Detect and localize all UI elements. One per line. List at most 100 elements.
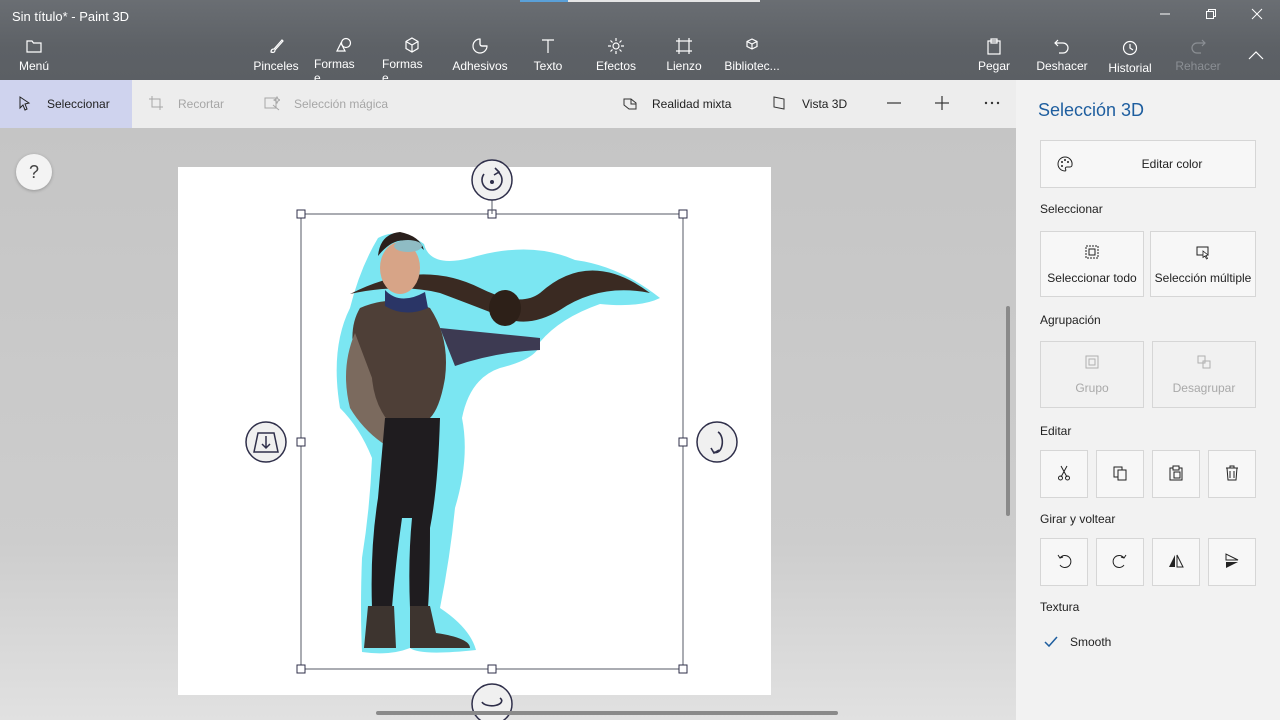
history-button[interactable]: Historial bbox=[1106, 38, 1154, 80]
side-panel: Selección 3D Editar color Seleccionar Se… bbox=[1016, 80, 1280, 720]
flip-vertical-icon bbox=[1224, 552, 1240, 572]
crop-label: Recortar bbox=[178, 97, 225, 111]
resize-handle-right[interactable] bbox=[678, 437, 688, 447]
canvas-icon bbox=[674, 36, 694, 56]
3d-model-character[interactable] bbox=[336, 232, 660, 654]
minus-icon bbox=[886, 95, 902, 114]
restore-icon bbox=[1205, 7, 1217, 25]
resize-handle-top-left[interactable] bbox=[296, 209, 306, 219]
smooth-label: Smooth bbox=[1070, 635, 1112, 649]
sticker-icon bbox=[470, 36, 490, 56]
more-icon bbox=[984, 95, 1000, 114]
stickers-tool[interactable]: Adhesivos bbox=[452, 36, 508, 78]
paste-label: Pegar bbox=[977, 59, 1011, 73]
select-all-label: Seleccionar todo bbox=[1047, 270, 1137, 285]
redo-icon bbox=[1188, 36, 1208, 56]
group-button[interactable]: Grupo bbox=[1040, 341, 1144, 408]
edit-color-button[interactable]: Editar color bbox=[1040, 140, 1256, 188]
crop-tool[interactable]: Recortar bbox=[148, 80, 224, 128]
mixed-reality-label: Realidad mixta bbox=[652, 97, 732, 111]
brushes-label: Pinceles bbox=[253, 59, 299, 73]
menu-button[interactable]: Menú bbox=[14, 36, 54, 78]
redo-button[interactable]: Rehacer bbox=[1174, 36, 1222, 78]
undo-button[interactable]: Deshacer bbox=[1036, 36, 1088, 78]
history-label: Historial bbox=[1108, 61, 1152, 75]
view-3d-button[interactable]: Vista 3D bbox=[772, 80, 847, 128]
resize-handle-top-right[interactable] bbox=[678, 209, 688, 219]
magic-select-icon bbox=[264, 95, 294, 114]
group-icon bbox=[1084, 354, 1100, 373]
paste-button[interactable]: Pegar bbox=[976, 36, 1012, 78]
ungroup-label: Desagrupar bbox=[1172, 381, 1236, 395]
select-all-button[interactable]: Seleccionar todo bbox=[1040, 231, 1144, 297]
title-accent-light bbox=[568, 0, 760, 2]
title-bar: Sin título* - Paint 3D bbox=[0, 0, 1280, 34]
flip-horizontal-button[interactable] bbox=[1152, 538, 1200, 586]
effects-label: Efectos bbox=[595, 59, 637, 73]
resize-handle-bottom-left[interactable] bbox=[296, 664, 306, 674]
text-tool[interactable]: Texto bbox=[528, 36, 568, 78]
vertical-scrollbar[interactable] bbox=[1006, 306, 1010, 516]
library-tool[interactable]: Bibliotec... bbox=[722, 36, 782, 78]
view-3d-icon bbox=[772, 95, 802, 114]
magic-select-tool[interactable]: Selección mágica bbox=[264, 80, 388, 128]
minimize-icon bbox=[1159, 7, 1171, 25]
zoom-out-button[interactable] bbox=[886, 80, 906, 128]
paste-panel-button[interactable] bbox=[1152, 450, 1200, 498]
text-label: Texto bbox=[533, 59, 563, 73]
crop-icon bbox=[148, 95, 178, 114]
palette-icon bbox=[1057, 156, 1073, 175]
undo-label: Deshacer bbox=[1036, 59, 1088, 73]
copy-button[interactable] bbox=[1096, 450, 1144, 498]
cut-button[interactable] bbox=[1040, 450, 1088, 498]
flip-horizontal-icon bbox=[1168, 553, 1184, 572]
selection-toolbar: Seleccionar Recortar Selección mágica Re… bbox=[0, 80, 1016, 128]
horizontal-scrollbar[interactable] bbox=[376, 711, 838, 715]
brush-icon bbox=[266, 36, 286, 56]
resize-handle-left[interactable] bbox=[296, 437, 306, 447]
minimize-button[interactable] bbox=[1142, 0, 1188, 32]
rotate-z-handle[interactable] bbox=[471, 159, 513, 201]
zoom-in-button[interactable] bbox=[934, 80, 954, 128]
close-button[interactable] bbox=[1234, 0, 1280, 32]
resize-handle-bottom-right[interactable] bbox=[678, 664, 688, 674]
magic-select-label: Selección mágica bbox=[294, 97, 389, 111]
title-accent bbox=[520, 0, 568, 2]
chevron-up-icon bbox=[1246, 46, 1266, 66]
3d-shapes-tool[interactable]: Formas e... bbox=[382, 36, 442, 85]
canvas-tool[interactable]: Lienzo bbox=[664, 36, 704, 78]
rotate-left-button[interactable] bbox=[1040, 538, 1088, 586]
checkmark-icon bbox=[1040, 631, 1062, 653]
rotate-right-button[interactable] bbox=[1096, 538, 1144, 586]
top-bar: Sin título* - Paint 3D Menú Pinceles For… bbox=[0, 0, 1280, 85]
restore-button[interactable] bbox=[1188, 0, 1234, 32]
panel-title: Selección 3D bbox=[1038, 100, 1145, 120]
library-label: Bibliotec... bbox=[724, 59, 780, 73]
delete-button[interactable] bbox=[1208, 450, 1256, 498]
resize-handle-bottom[interactable] bbox=[487, 664, 497, 674]
texture-section-label: Textura bbox=[1040, 600, 1080, 614]
multi-select-button[interactable]: Selección múltiple bbox=[1150, 231, 1256, 297]
2d-shapes-tool[interactable]: Formas e... bbox=[314, 36, 374, 85]
mixed-reality-button[interactable]: Realidad mixta bbox=[622, 80, 731, 128]
clock-icon bbox=[1120, 38, 1140, 58]
effects-tool[interactable]: Efectos bbox=[594, 36, 638, 78]
smooth-checkbox[interactable]: Smooth bbox=[1040, 631, 1111, 653]
window-title: Sin título* - Paint 3D bbox=[12, 9, 130, 24]
rotate-section-label: Girar y voltear bbox=[1040, 512, 1116, 526]
rotate-y-handle[interactable] bbox=[696, 421, 738, 463]
paste-icon bbox=[1168, 465, 1184, 484]
selection-overlay bbox=[245, 159, 738, 720]
multi-select-icon bbox=[1195, 244, 1211, 263]
ungroup-button[interactable]: Desagrupar bbox=[1152, 341, 1256, 408]
scissors-icon bbox=[1056, 465, 1072, 484]
more-options-button[interactable] bbox=[984, 80, 1004, 128]
flip-vertical-button[interactable] bbox=[1208, 538, 1256, 586]
depth-handle[interactable] bbox=[245, 421, 287, 463]
stickers-label: Adhesivos bbox=[452, 59, 508, 73]
rotate-right-icon bbox=[1112, 553, 1128, 572]
select-all-icon bbox=[1084, 244, 1100, 263]
select-tool[interactable]: Seleccionar bbox=[0, 80, 132, 128]
brushes-tool[interactable]: Pinceles bbox=[252, 36, 300, 78]
close-icon bbox=[1251, 7, 1263, 25]
